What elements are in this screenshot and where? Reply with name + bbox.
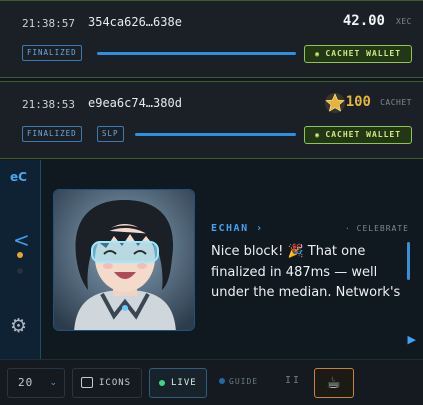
finality-progress-bar xyxy=(97,52,296,55)
chat-tag: · CELEBRATE xyxy=(345,224,409,233)
chevron-down-icon: ⌄ xyxy=(49,378,58,388)
transaction-hash[interactable]: 354ca626…638e xyxy=(88,15,182,29)
companion-panel: eC < ⚙ ECHAN › · CELEBRATE Nice block! 🎉… xyxy=(0,160,423,359)
slp-badge: SLP xyxy=(97,126,124,142)
finalized-badge: FINALIZED xyxy=(22,126,82,142)
gear-icon[interactable]: ⚙ xyxy=(10,315,27,337)
amount-unit: CACHET xyxy=(380,98,412,107)
cachet-wallet-button[interactable]: CACHET WALLET xyxy=(304,45,412,63)
live-label: LIVE xyxy=(171,378,197,388)
transaction-hash[interactable]: e9ea6c74…380d xyxy=(88,96,182,110)
chevron-left-icon[interactable]: < xyxy=(13,228,30,252)
count-value: 20 xyxy=(18,376,34,389)
live-button[interactable]: LIVE xyxy=(149,368,207,398)
chat-author[interactable]: ECHAN › xyxy=(211,223,264,234)
cachet-wallet-button[interactable]: CACHET WALLET xyxy=(304,126,412,144)
transaction-amount: 100 xyxy=(345,94,371,110)
live-indicator-icon xyxy=(159,380,165,386)
chat-message: Nice block! 🎉 That one finalized in 487m… xyxy=(211,244,401,300)
bottom-toolbar: 20 ⌄ ICONS LIVE GUIDE II ☕ xyxy=(0,359,423,405)
page-indicator[interactable] xyxy=(17,268,23,274)
app-logo[interactable]: eC xyxy=(10,170,27,184)
avatar-illustration xyxy=(54,190,194,330)
icons-label: ICONS xyxy=(99,378,132,388)
coffee-button[interactable]: ☕ xyxy=(314,368,354,398)
amount-unit: XEC xyxy=(396,17,412,26)
transaction-time: 21:38:53 xyxy=(22,98,75,111)
finality-progress-bar xyxy=(135,133,296,136)
transaction-amount: 42.00 xyxy=(342,13,385,29)
coffee-icon: ☕ xyxy=(326,373,342,392)
transaction-time: 21:38:57 xyxy=(22,17,75,30)
message-scrollbar[interactable] xyxy=(407,242,410,280)
sidebar: eC < ⚙ xyxy=(0,160,41,359)
transaction-row[interactable]: 21:38:57 354ca626…638e 42.00 XEC FINALIZ… xyxy=(0,0,423,78)
count-select[interactable]: 20 ⌄ xyxy=(7,368,65,398)
pause-icon[interactable]: II xyxy=(285,375,301,386)
guide-indicator-icon xyxy=(219,378,225,384)
play-icon[interactable]: ▶ xyxy=(408,333,416,346)
page-indicator-active[interactable] xyxy=(17,252,23,258)
finalized-badge: FINALIZED xyxy=(22,45,82,61)
image-icon xyxy=(81,377,93,388)
transaction-row[interactable]: 21:38:53 e9ea6c74…380d 100 CACHET FINALI… xyxy=(0,81,423,159)
guide-label: GUIDE xyxy=(229,377,259,386)
guide-button[interactable]: GUIDE xyxy=(219,377,258,386)
avatar xyxy=(53,189,195,331)
icons-toggle-button[interactable]: ICONS xyxy=(72,368,142,398)
star-icon xyxy=(325,93,345,113)
